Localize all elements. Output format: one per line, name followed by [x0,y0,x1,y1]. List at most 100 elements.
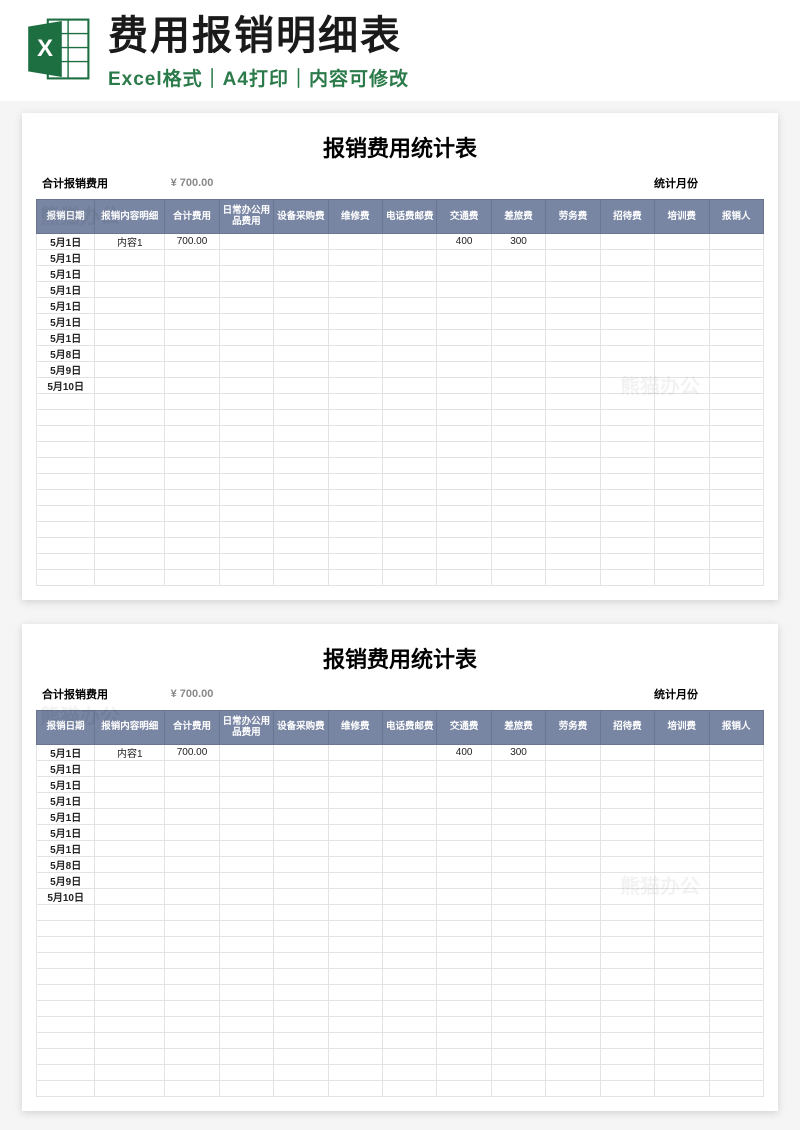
table-cell [328,441,382,457]
table-cell [437,297,491,313]
column-header: 报销日期 [37,200,95,234]
table-cell [95,265,165,281]
table-cell [328,249,382,265]
table-row [37,904,764,920]
table-cell [709,936,763,952]
table-cell [546,313,600,329]
table-cell [219,313,273,329]
table-cell [491,952,545,968]
table-cell [382,984,436,1000]
table-cell [437,824,491,840]
table-cell [382,425,436,441]
table-cell [600,952,654,968]
table-row: 5月8日 [37,856,764,872]
table-cell [655,457,709,473]
table-cell: 5月1日 [37,265,95,281]
table-cell [165,265,219,281]
table-cell [655,824,709,840]
table-cell [165,792,219,808]
table-cell [37,489,95,505]
table-row [37,457,764,473]
table-cell [328,1064,382,1080]
table-cell [709,1048,763,1064]
table-cell [600,537,654,553]
table-cell [491,377,545,393]
table-cell [491,473,545,489]
table-cell [219,936,273,952]
table-cell [165,888,219,904]
table-cell: 300 [491,744,545,760]
table-cell [165,297,219,313]
table-cell [546,760,600,776]
table-cell [274,345,328,361]
table-cell [328,904,382,920]
table-cell [165,776,219,792]
table-cell [95,297,165,313]
table-cell [274,457,328,473]
table-cell [328,281,382,297]
table-cell [655,1032,709,1048]
table-cell [655,377,709,393]
table-row: 5月1日 [37,265,764,281]
table-cell [600,553,654,569]
table-cell [328,760,382,776]
table-cell [655,936,709,952]
table-cell [655,521,709,537]
table-cell [546,473,600,489]
table-cell [491,1016,545,1032]
table-cell [437,888,491,904]
table-cell [274,441,328,457]
table-cell [600,265,654,281]
table-cell [709,441,763,457]
table-cell [37,968,95,984]
table-cell [437,1048,491,1064]
table-cell [328,329,382,345]
summary-row: 合计报销费用¥ 700.00统计月份 [36,175,764,191]
table-cell [219,760,273,776]
table-cell [491,425,545,441]
table-row [37,409,764,425]
table-cell [328,792,382,808]
table-cell [546,329,600,345]
column-header: 报销人 [709,200,763,234]
table-cell [655,856,709,872]
table-cell [328,920,382,936]
table-cell [437,1016,491,1032]
table-cell [274,425,328,441]
table-cell [655,361,709,377]
table-cell [274,1080,328,1096]
table-cell [219,457,273,473]
table-cell [274,904,328,920]
table-cell [382,489,436,505]
table-cell [382,1000,436,1016]
table-cell [600,393,654,409]
table-cell [274,329,328,345]
table-cell: 5月1日 [37,760,95,776]
table-cell [382,521,436,537]
table-cell [165,1048,219,1064]
table-cell: 5月1日 [37,792,95,808]
table-cell [165,856,219,872]
table-cell [546,377,600,393]
table-row: 5月1日 [37,792,764,808]
table-cell [600,888,654,904]
table-cell [328,1032,382,1048]
table-row: 5月1日 [37,313,764,329]
table-cell [546,489,600,505]
column-header: 报销人 [709,710,763,744]
table-cell [546,441,600,457]
column-header: 设备采购费 [274,200,328,234]
table-cell [219,968,273,984]
table-cell: 5月1日 [37,824,95,840]
table-cell [274,473,328,489]
table-row: 5月1日 [37,281,764,297]
table-cell [546,872,600,888]
table-cell [546,297,600,313]
table-cell [328,1048,382,1064]
table-cell: 300 [491,233,545,249]
table-cell [655,1016,709,1032]
table-cell: 5月8日 [37,856,95,872]
table-cell [437,760,491,776]
table-cell [600,792,654,808]
table-cell [328,409,382,425]
